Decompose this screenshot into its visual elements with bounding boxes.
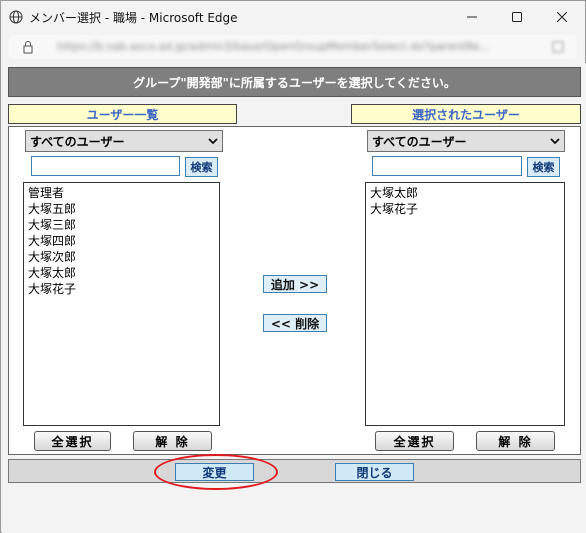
- close-button[interactable]: 閉じる: [335, 463, 414, 481]
- minimize-button[interactable]: [449, 1, 494, 32]
- maximize-icon: [511, 11, 522, 22]
- page-content: グループ"開発部"に所属するユーザーを選択してください。 ユーザー一覧 選択され…: [2, 63, 586, 533]
- right-search-input[interactable]: [372, 156, 522, 176]
- url-text: https://b.sab.asco.ad.jp/admin3/base/Ope…: [57, 40, 491, 53]
- lock-icon: [23, 41, 33, 54]
- right-search-button[interactable]: 検索: [527, 157, 560, 177]
- list-item[interactable]: 大塚五郎: [28, 201, 215, 217]
- minimize-icon: [466, 16, 477, 17]
- footer-bar: 変更 閉じる: [8, 459, 581, 483]
- left-search-button[interactable]: 検索: [185, 157, 218, 177]
- chevron-down-icon: [550, 138, 560, 145]
- list-item[interactable]: 大塚太郎: [370, 185, 560, 201]
- left-filter-select[interactable]: すべてのユーザー: [25, 130, 223, 152]
- list-item[interactable]: 大塚花子: [28, 281, 215, 297]
- chevron-down-icon: [208, 138, 218, 145]
- instruction-header: グループ"開発部"に所属するユーザーを選択してください。: [8, 67, 581, 97]
- list-item[interactable]: 大塚花子: [370, 201, 560, 217]
- selected-users-label: 選択されたユーザー: [351, 104, 581, 124]
- left-filter-value: すべてのユーザー: [30, 134, 125, 149]
- left-search-input[interactable]: [31, 156, 180, 176]
- list-item[interactable]: 大塚太郎: [28, 265, 215, 281]
- list-item[interactable]: 大塚四郎: [28, 233, 215, 249]
- close-window-button[interactable]: [539, 1, 584, 32]
- remove-button[interactable]: << 削除: [263, 314, 327, 332]
- right-clear-button[interactable]: 解 除: [476, 431, 555, 451]
- list-item[interactable]: 管理者: [28, 185, 215, 201]
- instruction-text: グループ"開発部"に所属するユーザーを選択してください。: [133, 75, 456, 90]
- right-filter-select[interactable]: すべてのユーザー: [367, 130, 565, 152]
- globe-icon: [9, 10, 23, 24]
- maximize-button[interactable]: [494, 1, 539, 32]
- browser-window: メンバー選択 - 職場 - Microsoft Edge https://b.s…: [0, 0, 586, 533]
- change-button[interactable]: 変更: [175, 463, 254, 481]
- right-select-all-button[interactable]: 全選択: [375, 431, 454, 451]
- window-title: メンバー選択 - 職場 - Microsoft Edge: [29, 11, 238, 25]
- left-clear-button[interactable]: 解 除: [133, 431, 212, 451]
- list-item[interactable]: 大塚次郎: [28, 249, 215, 265]
- address-bar[interactable]: https://b.sab.asco.ad.jp/admin3/base/Ope…: [9, 35, 577, 59]
- read-aloud-icon[interactable]: [551, 40, 565, 54]
- left-user-listbox[interactable]: 管理者 大塚五郎 大塚三郎 大塚四郎 大塚次郎 大塚太郎 大塚花子: [23, 182, 220, 426]
- add-button[interactable]: 追加 >>: [263, 275, 327, 293]
- right-user-listbox[interactable]: 大塚太郎 大塚花子: [365, 182, 565, 426]
- left-select-all-button[interactable]: 全選択: [34, 431, 111, 451]
- title-bar: メンバー選択 - 職場 - Microsoft Edge: [1, 1, 585, 32]
- close-icon: [556, 11, 567, 22]
- right-filter-value: すべてのユーザー: [372, 134, 467, 149]
- list-item[interactable]: 大塚三郎: [28, 217, 215, 233]
- user-list-label: ユーザー一覧: [8, 104, 237, 124]
